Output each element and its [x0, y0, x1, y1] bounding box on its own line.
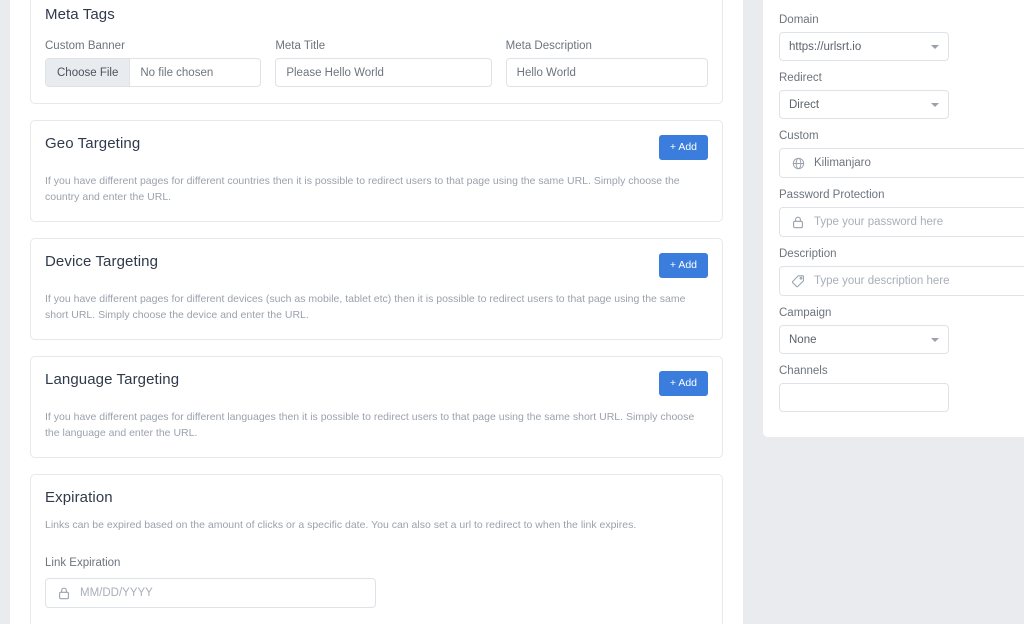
domain-select[interactable]: https://urlsrt.io [779, 32, 949, 61]
description-input[interactable]: Type your description here [779, 266, 1024, 296]
password-protection-field: Password Protection Type your password h… [779, 189, 1024, 237]
device-targeting-title: Device Targeting [45, 253, 159, 271]
channels-label: Channels [779, 365, 828, 377]
link-expiration-placeholder: MM/DD/YYYY [80, 587, 153, 600]
device-targeting-card: Device Targeting + Add If you have diffe… [30, 238, 723, 341]
tag-icon [788, 274, 808, 288]
chevron-down-icon [931, 44, 939, 49]
redirect-label: Redirect [779, 72, 822, 84]
geo-targeting-title: Geo Targeting [45, 135, 141, 152]
device-targeting-add-button[interactable]: + Add [658, 253, 708, 278]
custom-banner-group: Custom Banner Choose File No file chosen [45, 40, 262, 87]
geo-targeting-description: If you have different pages for differen… [45, 174, 680, 203]
meta-description-input[interactable]: Hello World [505, 58, 708, 87]
left-gutter [0, 0, 10, 624]
domain-field: Domain https://urlsrt.io [779, 14, 1024, 61]
geo-targeting-card: Geo Targeting + Add If you have differen… [30, 120, 723, 223]
meta-description-label: Meta Description [505, 40, 592, 52]
meta-title-input[interactable]: Please Hello World [275, 58, 492, 87]
custom-banner-label: Custom Banner [45, 40, 125, 52]
link-expiration-label: Link Expiration [45, 557, 121, 570]
lock-icon [788, 216, 808, 229]
meta-title-group: Meta Title Please Hello World [275, 40, 492, 87]
meta-tags-title: Meta Tags [45, 6, 115, 23]
sidebar-column: Domain https://urlsrt.io Redirect Direct… [743, 0, 1024, 624]
file-status-text: No file chosen [140, 66, 214, 79]
redirect-select[interactable]: Direct [779, 90, 949, 119]
description-label: Description [779, 248, 837, 260]
custom-input[interactable]: Kilimanjaro [779, 148, 1024, 178]
meta-tags-card: Meta Tags Custom Banner Choose File No f… [30, 0, 723, 104]
choose-file-button[interactable]: Choose File [46, 59, 131, 86]
channels-field: Channels [779, 365, 1024, 412]
redirect-field: Redirect Direct [779, 72, 1024, 119]
lock-icon [54, 587, 74, 600]
password-protection-label: Password Protection [779, 189, 885, 201]
main-content-column: Meta Tags Custom Banner Choose File No f… [10, 0, 743, 624]
domain-value: https://urlsrt.io [789, 40, 862, 53]
globe-icon [788, 157, 808, 170]
language-targeting-card: Language Targeting + Add If you have dif… [30, 356, 723, 459]
channels-input[interactable] [779, 383, 949, 412]
campaign-field: Campaign None [779, 307, 1024, 354]
password-protection-input[interactable]: Type your password here [779, 207, 1024, 237]
redirect-value: Direct [789, 98, 820, 111]
campaign-label: Campaign [779, 307, 832, 319]
language-targeting-description: If you have different pages for differen… [45, 410, 695, 439]
meta-title-value: Please Hello World [286, 66, 384, 79]
campaign-select[interactable]: None [779, 325, 949, 354]
expiration-description: Links can be expired based on the amount… [45, 519, 637, 532]
page-root: Meta Tags Custom Banner Choose File No f… [0, 0, 1024, 624]
geo-targeting-add-button[interactable]: + Add [658, 135, 708, 160]
language-targeting-add-button[interactable]: + Add [658, 371, 708, 396]
custom-value: Kilimanjaro [814, 157, 871, 169]
link-settings-panel: Domain https://urlsrt.io Redirect Direct… [763, 0, 1024, 437]
custom-label: Custom [779, 130, 819, 142]
chevron-down-icon [931, 337, 939, 342]
password-protection-placeholder: Type your password here [814, 216, 944, 228]
meta-description-value: Hello World [516, 66, 576, 79]
description-field: Description Type your description here [779, 248, 1024, 296]
custom-banner-file-input[interactable]: Choose File No file chosen [45, 58, 262, 87]
custom-field: Custom Kilimanjaro [779, 130, 1024, 178]
link-expiration-input[interactable]: MM/DD/YYYY [45, 578, 376, 609]
description-placeholder: Type your description here [814, 275, 950, 287]
expiration-card: Expiration Links can be expired based on… [30, 474, 723, 624]
meta-title-label: Meta Title [275, 40, 326, 52]
device-targeting-description: If you have different pages for differen… [45, 292, 686, 321]
meta-description-group: Meta Description Hello World [505, 40, 708, 87]
campaign-value: None [789, 333, 817, 346]
language-targeting-title: Language Targeting [45, 371, 180, 389]
domain-label: Domain [779, 14, 819, 26]
chevron-down-icon [931, 102, 939, 107]
expiration-title: Expiration [45, 489, 113, 507]
